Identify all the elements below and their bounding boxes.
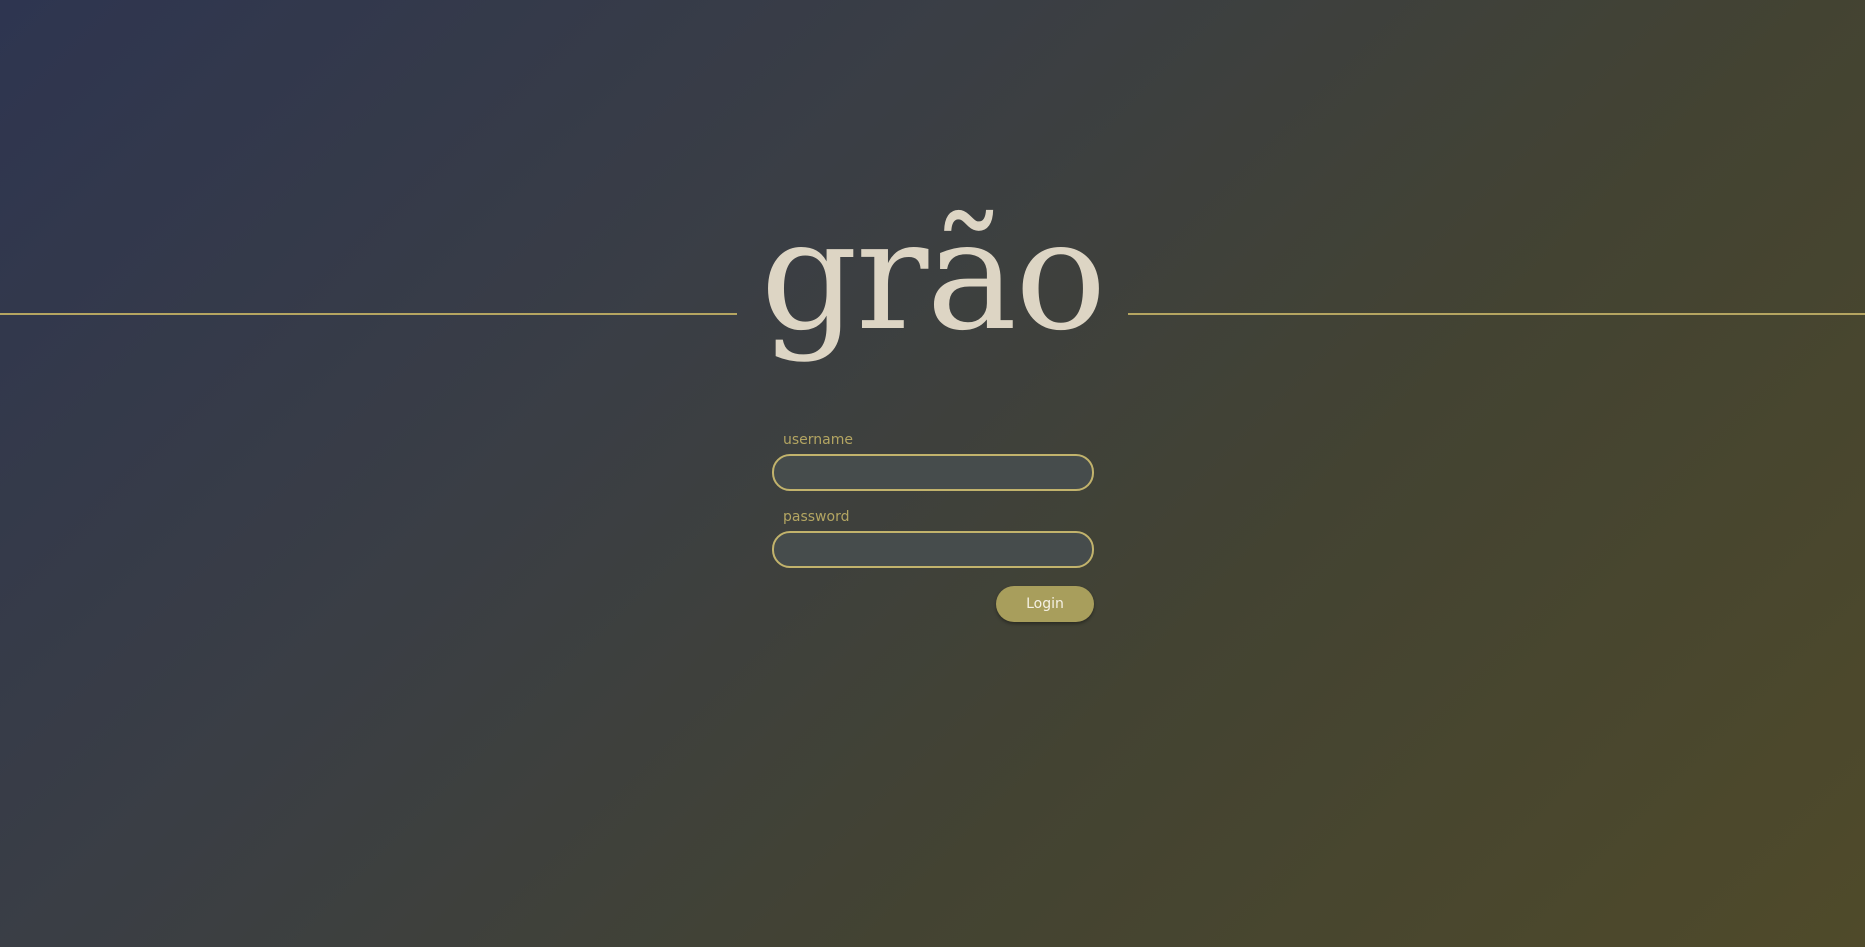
username-label: username [783, 432, 853, 448]
header-divider-left [0, 313, 737, 315]
login-form: username password Login [772, 430, 1094, 622]
password-group: password [772, 507, 1094, 568]
username-input[interactable] [772, 454, 1094, 491]
form-actions: Login [772, 586, 1094, 622]
login-button[interactable]: Login [996, 586, 1094, 622]
brand-logo: grão [760, 187, 1106, 364]
header-divider-right [1128, 313, 1865, 315]
username-group: username [772, 430, 1094, 491]
password-label: password [783, 509, 850, 525]
password-input[interactable] [772, 531, 1094, 568]
